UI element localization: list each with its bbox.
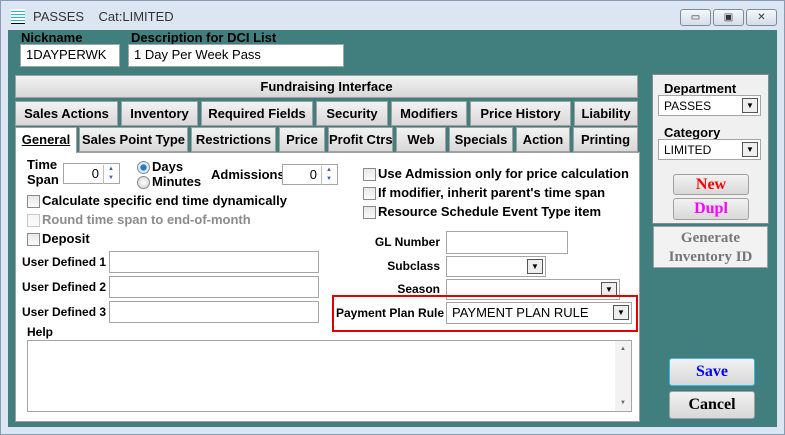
season-label: Season: [397, 282, 440, 296]
fundraising-interface-button[interactable]: Fundraising Interface: [15, 75, 638, 98]
resource-schedule-checkbox[interactable]: [363, 206, 376, 219]
new-button[interactable]: New: [673, 174, 749, 195]
minutes-radio[interactable]: [137, 176, 150, 189]
round-time-span-label: Round time span to end-of-month: [42, 212, 251, 227]
time-span-spinner[interactable]: 0 ▲ ▼: [63, 163, 120, 184]
tab-specials[interactable]: Specials: [449, 127, 513, 152]
spinner-arrows-icon[interactable]: ▲ ▼: [103, 165, 118, 184]
gl-number-input[interactable]: [446, 231, 568, 254]
spinner-arrows-icon[interactable]: ▲ ▼: [321, 166, 336, 185]
user-defined-1-label: User Defined 1: [22, 255, 107, 269]
tab-inventory[interactable]: Inventory: [121, 101, 198, 126]
tab-price-history[interactable]: Price History: [470, 101, 571, 126]
tab-security[interactable]: Security: [316, 101, 388, 126]
nickname-label: Nickname: [21, 30, 83, 45]
help-scrollbar[interactable]: ▲ ▼: [615, 341, 631, 411]
generate-inventory-id-button[interactable]: Generate Inventory ID: [653, 226, 768, 268]
dupl-button[interactable]: Dupl: [673, 198, 749, 220]
gl-number-label: GL Number: [374, 235, 440, 249]
chevron-down-icon[interactable]: ▼: [613, 305, 629, 320]
tab-general[interactable]: General: [15, 127, 77, 153]
calc-end-time-label: Calculate specific end time dynamically: [42, 193, 287, 208]
payment-plan-select[interactable]: PAYMENT PLAN RULE ▼: [446, 302, 632, 324]
tab-required-fields[interactable]: Required Fields: [201, 101, 313, 126]
inherit-time-span-checkbox[interactable]: [363, 187, 376, 200]
minimize-button[interactable]: ▭: [680, 9, 711, 26]
tab-restrictions[interactable]: Restrictions: [191, 127, 276, 152]
time-span-label: Time Span: [27, 157, 59, 187]
deposit-checkbox[interactable]: [27, 233, 40, 246]
payment-plan-label: Payment Plan Rule: [336, 306, 445, 320]
use-admission-label: Use Admission only for price calculation: [378, 166, 629, 181]
resource-schedule-label: Resource Schedule Event Type item: [378, 204, 601, 219]
department-label: Department: [664, 81, 737, 96]
maximize-button[interactable]: ▣: [713, 9, 744, 26]
inherit-time-span-label: If modifier, inherit parent's time span: [378, 185, 606, 200]
category-label: Category: [664, 125, 721, 140]
app-icon: [11, 9, 25, 24]
tab-web[interactable]: Web: [396, 127, 446, 152]
tab-profit-ctrs[interactable]: Profit Ctrs: [328, 127, 393, 152]
tab-price[interactable]: Price: [279, 127, 325, 152]
user-defined-3-label: User Defined 3: [22, 305, 107, 319]
close-button[interactable]: ✕: [746, 9, 777, 26]
calc-end-time-checkbox[interactable]: [27, 195, 40, 208]
description-input[interactable]: 1 Day Per Week Pass: [128, 44, 344, 67]
tab-liability[interactable]: Liability: [574, 101, 638, 126]
minutes-label: Minutes: [152, 174, 202, 189]
department-select[interactable]: PASSES ▼: [658, 95, 761, 116]
days-label: Days: [152, 159, 184, 174]
subclass-label: Subclass: [387, 259, 440, 273]
tab-action[interactable]: Action: [516, 127, 570, 152]
round-time-span-checkbox[interactable]: [27, 214, 40, 227]
cancel-button[interactable]: Cancel: [669, 391, 755, 419]
admissions-label: Admissions: [211, 167, 285, 182]
tab-sales-actions[interactable]: Sales Actions: [15, 101, 118, 126]
chevron-down-icon[interactable]: ▼: [742, 142, 758, 157]
tab-printing[interactable]: Printing: [573, 127, 638, 152]
subclass-select[interactable]: ▼: [446, 256, 546, 277]
user-defined-2-input[interactable]: [109, 276, 319, 298]
tab-sales-point-type[interactable]: Sales Point Type: [79, 127, 188, 152]
admissions-spinner[interactable]: 0 ▲ ▼: [282, 164, 338, 185]
user-defined-1-input[interactable]: [109, 251, 319, 273]
user-defined-2-label: User Defined 2: [22, 280, 107, 294]
user-defined-3-input[interactable]: [109, 301, 319, 323]
description-label: Description for DCI List: [131, 30, 277, 45]
help-textarea[interactable]: ▲ ▼: [27, 340, 632, 412]
save-button[interactable]: Save: [669, 358, 755, 386]
category-select[interactable]: LIMITED ▼: [658, 139, 761, 160]
use-admission-checkbox[interactable]: [363, 168, 376, 181]
help-label: Help: [27, 325, 54, 339]
chevron-down-icon[interactable]: ▼: [527, 259, 543, 274]
window-title: PASSES Cat:LIMITED: [33, 9, 174, 24]
tab-modifiers[interactable]: Modifiers: [391, 101, 467, 126]
deposit-label: Deposit: [42, 231, 90, 246]
nickname-input[interactable]: 1DAYPERWK: [20, 44, 120, 67]
days-radio[interactable]: [137, 161, 150, 174]
chevron-down-icon[interactable]: ▼: [742, 98, 758, 113]
